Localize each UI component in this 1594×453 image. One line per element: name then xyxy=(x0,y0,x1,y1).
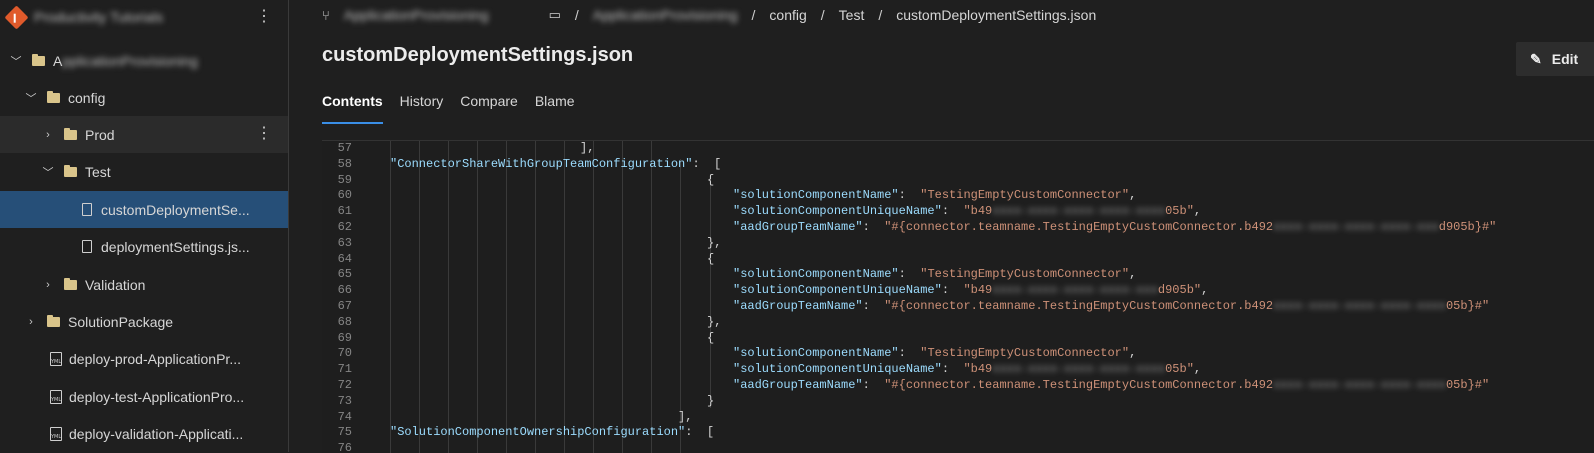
code-line: 68}, xyxy=(337,314,722,329)
code-line: 57], xyxy=(337,141,595,155)
code-line: 74], xyxy=(337,409,693,424)
tree-item-prod[interactable]: › Prod ⋮ xyxy=(0,116,288,153)
tab-compare[interactable]: Compare xyxy=(460,93,518,124)
pencil-icon: ✎ xyxy=(1530,50,1542,67)
code-line: 70 "solutionComponentName": "TestingEmpty… xyxy=(337,346,1137,361)
breadcrumb-test[interactable]: Test xyxy=(839,7,865,23)
tab-history[interactable]: History xyxy=(400,93,444,124)
code-line: 64{ xyxy=(337,251,715,266)
folder-outline-icon[interactable]: ▭ xyxy=(549,7,561,23)
repo-logo-icon xyxy=(4,5,29,30)
folder-icon xyxy=(47,314,60,327)
tree-item-test[interactable]: ﹀ Test xyxy=(0,153,288,190)
repo-header[interactable]: Productivity Tutorials ⋮ xyxy=(0,0,288,36)
code-line: 67 "aadGroupTeamName": "#{connector.teamn… xyxy=(337,298,1490,313)
repo-more-options-icon[interactable]: ⋮ xyxy=(256,9,272,25)
tree-item-solution-package[interactable]: › SolutionPackage xyxy=(0,303,288,340)
tab-blame[interactable]: Blame xyxy=(535,93,575,124)
chevron-right-icon[interactable]: › xyxy=(25,316,37,328)
code-line: 66 "solutionComponentUniqueName": "b49 xxx… xyxy=(337,283,1209,298)
folder-icon xyxy=(64,164,77,177)
tree-item-deploy-test[interactable]: YML deploy-test-ApplicationPro... xyxy=(0,378,288,415)
tree-item-custom-deployment-settings[interactable]: customDeploymentSe... xyxy=(0,191,288,228)
tree-item-root-folder[interactable]: ﹀ ApplicationProvisioning xyxy=(0,42,288,79)
breadcrumb-file[interactable]: customDeploymentSettings.json xyxy=(896,7,1096,23)
breadcrumb-separator: / xyxy=(820,7,825,23)
breadcrumb-root[interactable]: ApplicationProvisioning xyxy=(593,7,738,23)
chevron-right-icon[interactable]: › xyxy=(42,279,54,291)
code-line: 73} xyxy=(337,393,715,408)
yml-file-icon: YML xyxy=(50,389,62,404)
tree-item-deployment-settings[interactable]: deploymentSettings.js... xyxy=(0,228,288,265)
edit-button[interactable]: ✎ Edit xyxy=(1516,42,1594,76)
page-title: customDeploymentSettings.json xyxy=(322,44,634,66)
file-tabs: Contents History Compare Blame xyxy=(322,93,592,124)
tree-item-validation[interactable]: › Validation xyxy=(0,266,288,303)
chevron-down-icon[interactable]: ﹀ xyxy=(25,90,37,106)
tab-contents[interactable]: Contents xyxy=(322,93,383,124)
chevron-right-icon[interactable]: › xyxy=(42,129,54,141)
tree-item-label: config xyxy=(68,89,106,106)
tree-item-label: deploy-prod-ApplicationPr... xyxy=(69,350,241,367)
folder-icon xyxy=(64,127,77,140)
tree-item-label: SolutionPackage xyxy=(68,313,174,330)
code-viewer[interactable]: 57], 58 "ConnectorShareWithGroupTeamConfi… xyxy=(322,140,1594,453)
file-view-main: ⑂ ApplicationProvisioning ▭ / Applicatio… xyxy=(289,0,1594,453)
folder-icon xyxy=(64,277,77,290)
breadcrumb-separator: / xyxy=(574,7,579,23)
code-line: 75 "SolutionComponentOwnershipConfigurati… xyxy=(337,425,715,440)
file-icon xyxy=(82,203,92,216)
tree-item-label: deploy-test-ApplicationPro... xyxy=(69,388,245,405)
edit-button-label: Edit xyxy=(1551,51,1579,67)
code-line: 63}, xyxy=(337,235,722,250)
tree-item-label: Prod xyxy=(85,126,115,143)
breadcrumb-branch[interactable]: ApplicationProvisioning xyxy=(344,7,489,23)
file-explorer-sidebar: Productivity Tutorials ⋮ ﹀ ApplicationPr… xyxy=(0,0,289,452)
breadcrumb-separator: / xyxy=(751,7,756,23)
code-line: 60 "solutionComponentName": "TestingEmpty… xyxy=(337,188,1137,203)
breadcrumb-config[interactable]: config xyxy=(769,7,806,23)
tree-item-deploy-prod[interactable]: YML deploy-prod-ApplicationPr... xyxy=(0,340,288,377)
file-icon xyxy=(82,240,92,253)
code-line: 71 "solutionComponentUniqueName": "b49 xxx… xyxy=(337,362,1202,377)
code-line: 76 xyxy=(337,441,352,453)
tree-item-label: Validation xyxy=(85,276,146,293)
code-line: 58 "ConnectorShareWithGroupTeamConfigurat… xyxy=(337,156,722,171)
tree-item-label: Test xyxy=(85,163,111,180)
yml-file-icon: YML xyxy=(50,351,62,366)
folder-icon xyxy=(32,53,45,66)
chevron-down-icon[interactable]: ﹀ xyxy=(42,164,54,180)
tree-item-deploy-validation[interactable]: YML deploy-validation-Applicati... xyxy=(0,415,288,452)
tree-item-label: deploymentSettings.js... xyxy=(101,238,250,255)
tree-item-label: ApplicationProvisioning xyxy=(53,52,198,69)
code-line: 69{ xyxy=(337,330,715,345)
breadcrumb: ⑂ ApplicationProvisioning ▭ / Applicatio… xyxy=(322,6,1096,24)
code-line: 65 "solutionComponentName": "TestingEmpty… xyxy=(337,267,1137,282)
branch-icon[interactable]: ⑂ xyxy=(322,8,330,23)
folder-icon xyxy=(47,90,60,103)
tree-item-label: customDeploymentSe... xyxy=(101,201,250,218)
breadcrumb-separator: / xyxy=(878,7,883,23)
tree-item-config[interactable]: ﹀ config xyxy=(0,79,288,116)
code-line: 62 "aadGroupTeamName": "#{connector.teamn… xyxy=(337,219,1497,234)
repo-name[interactable]: Productivity Tutorials xyxy=(34,9,163,25)
tree-item-label: deploy-validation-Applicati... xyxy=(69,425,244,442)
code-line: 72 "aadGroupTeamName": "#{connector.teamn… xyxy=(337,377,1490,392)
code-line: 61 "solutionComponentUniqueName": "b49 xxx… xyxy=(337,204,1202,219)
prod-more-options-icon[interactable]: ⋮ xyxy=(256,126,272,142)
code-line: 59{ xyxy=(337,172,715,187)
chevron-down-icon[interactable]: ﹀ xyxy=(10,53,22,69)
yml-file-icon: YML xyxy=(50,426,62,441)
